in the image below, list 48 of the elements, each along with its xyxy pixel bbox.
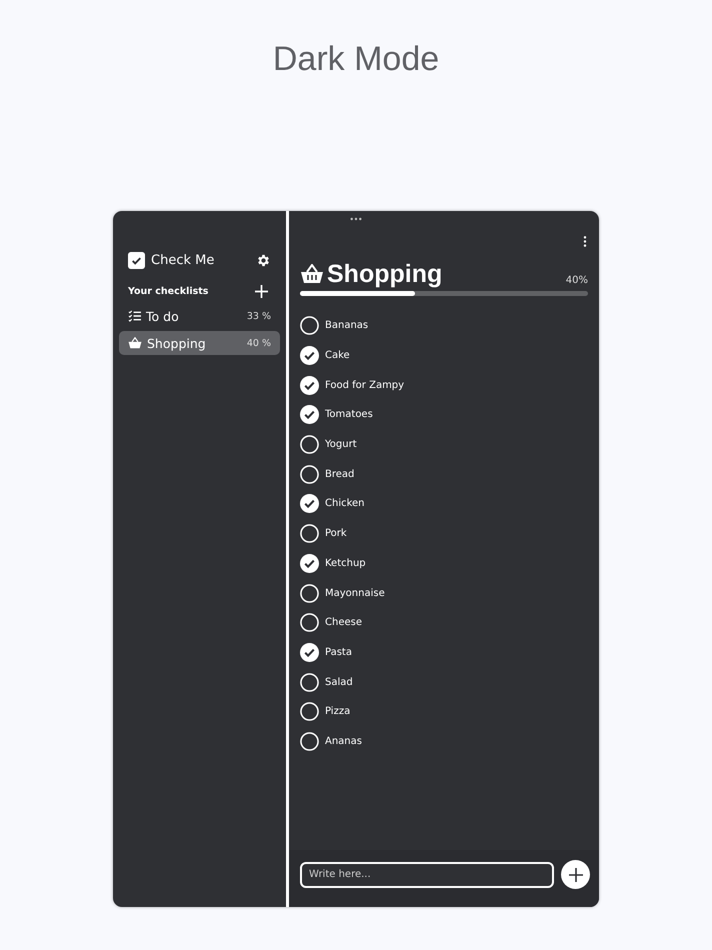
drag-handle-icon[interactable] — [350, 217, 362, 221]
item-label: Food for Zampy — [325, 380, 404, 391]
page-title: Dark Mode — [272, 40, 440, 80]
checkbox[interactable] — [300, 642, 319, 662]
item-label: Cheese — [325, 617, 362, 628]
add-button[interactable] — [561, 860, 590, 889]
basket-icon — [300, 264, 324, 284]
checkbox[interactable] — [300, 613, 319, 632]
checkbox[interactable] — [300, 346, 319, 366]
checkbox[interactable] — [300, 494, 319, 514]
item-label: Mayonnaise — [325, 588, 385, 599]
item-label: Pizza — [325, 706, 350, 718]
add-icon[interactable] — [255, 284, 268, 298]
progress-percent: 40% — [566, 275, 588, 286]
more-icon[interactable] — [583, 236, 587, 247]
checklist-icon — [128, 310, 141, 322]
item-label: Pork — [325, 528, 347, 540]
settings-icon[interactable] — [256, 252, 271, 268]
item-label: Bread — [325, 468, 354, 480]
checklist-title: Shopping — [327, 260, 444, 288]
checklist-item[interactable]: To do 33 % — [119, 304, 280, 328]
checklist-item[interactable]: Shopping 40 % — [119, 331, 280, 355]
item-label: Ananas — [325, 736, 362, 747]
checkbox[interactable] — [300, 435, 319, 454]
item-label: Ketchup — [325, 558, 366, 569]
checkbox[interactable] — [300, 316, 319, 336]
item-label: Pasta — [325, 646, 352, 658]
app-name: Check Me — [151, 252, 216, 268]
checkbox[interactable] — [300, 464, 319, 484]
section-title: Your checklists — [128, 286, 208, 296]
checkbox[interactable] — [300, 405, 319, 424]
checkbox[interactable] — [300, 702, 319, 722]
item-label: Chicken — [325, 498, 365, 510]
item-label: Bananas — [325, 320, 368, 332]
checkbox[interactable] — [300, 672, 319, 692]
checkbox[interactable] — [300, 732, 319, 751]
item-label: Tomatoes — [325, 409, 373, 420]
checkbox-icon — [128, 252, 145, 268]
item-label: Yogurt — [325, 439, 357, 450]
plus-icon — [568, 868, 582, 882]
checkbox[interactable] — [300, 524, 319, 544]
checkbox[interactable] — [300, 376, 319, 395]
checkbox[interactable] — [300, 554, 319, 573]
checkbox[interactable] — [300, 584, 319, 603]
item-label: Salad — [325, 676, 353, 688]
input-field[interactable]: Write here... — [300, 862, 554, 888]
item-label: Cake — [325, 350, 350, 362]
basket-icon — [128, 337, 142, 349]
